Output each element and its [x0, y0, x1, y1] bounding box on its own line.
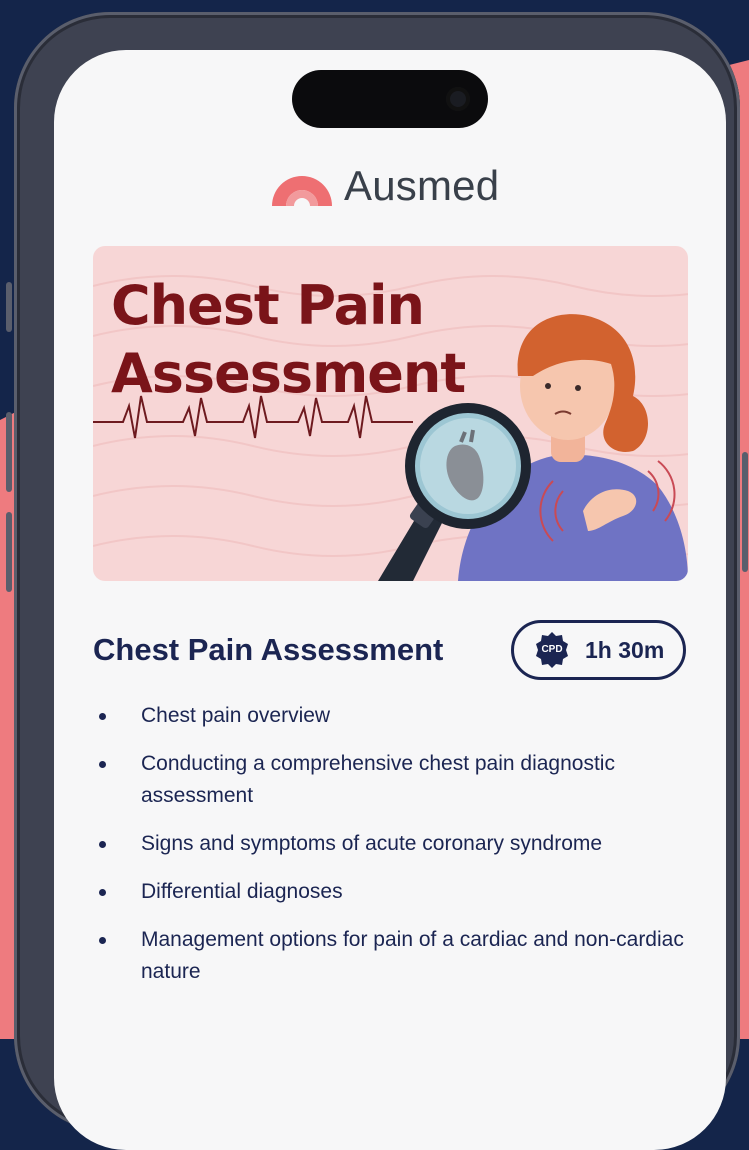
- bullet-icon: [99, 841, 106, 848]
- bullet-icon: [99, 937, 106, 944]
- phone-screen: Ausmed Chest Pain Assessment Chest Pain …: [54, 50, 726, 1150]
- topic-text: Chest pain overview: [141, 704, 331, 727]
- dynamic-island: [292, 70, 488, 128]
- hero-title-line-2: Assessment: [111, 342, 466, 405]
- topic-text: Signs and symptoms of acute coronary syn…: [141, 832, 603, 855]
- list-item: Management options for pain of a cardiac…: [93, 924, 693, 988]
- course-hero-image[interactable]: Chest Pain Assessment: [93, 246, 688, 581]
- list-item: Chest pain overview: [93, 700, 693, 732]
- course-topics-list: Chest pain overview Conducting a compreh…: [93, 700, 693, 1004]
- bullet-icon: [99, 761, 106, 768]
- course-duration: 1h 30m: [585, 636, 665, 663]
- phone-volume-up-button: [6, 412, 12, 492]
- cpd-duration-badge: CPD 1h 30m: [511, 620, 686, 680]
- hero-title-line-1: Chest Pain: [111, 274, 425, 337]
- phone-side-button: [6, 282, 12, 332]
- list-item: Conducting a comprehensive chest pain di…: [93, 748, 693, 812]
- phone-volume-down-button: [6, 512, 12, 592]
- list-item: Signs and symptoms of acute coronary syn…: [93, 828, 693, 860]
- cpd-label: CPD: [541, 644, 563, 655]
- list-item: Differential diagnoses: [93, 876, 693, 908]
- ausmed-logo[interactable]: Ausmed: [270, 162, 499, 210]
- bullet-icon: [99, 889, 106, 896]
- course-title[interactable]: Chest Pain Assessment: [93, 632, 443, 668]
- camera-icon: [446, 87, 470, 111]
- brand-name: Ausmed: [344, 162, 500, 209]
- topic-text: Conducting a comprehensive chest pain di…: [141, 752, 615, 807]
- bullet-icon: [99, 713, 106, 720]
- topic-text: Differential diagnoses: [141, 880, 343, 903]
- cpd-seal-icon: CPD: [533, 631, 571, 669]
- topic-text: Management options for pain of a cardiac…: [141, 928, 684, 983]
- ausmed-logo-mark-icon: [272, 176, 332, 206]
- phone-frame: Ausmed Chest Pain Assessment Chest Pain …: [6, 12, 748, 1150]
- phone-power-button: [742, 452, 748, 572]
